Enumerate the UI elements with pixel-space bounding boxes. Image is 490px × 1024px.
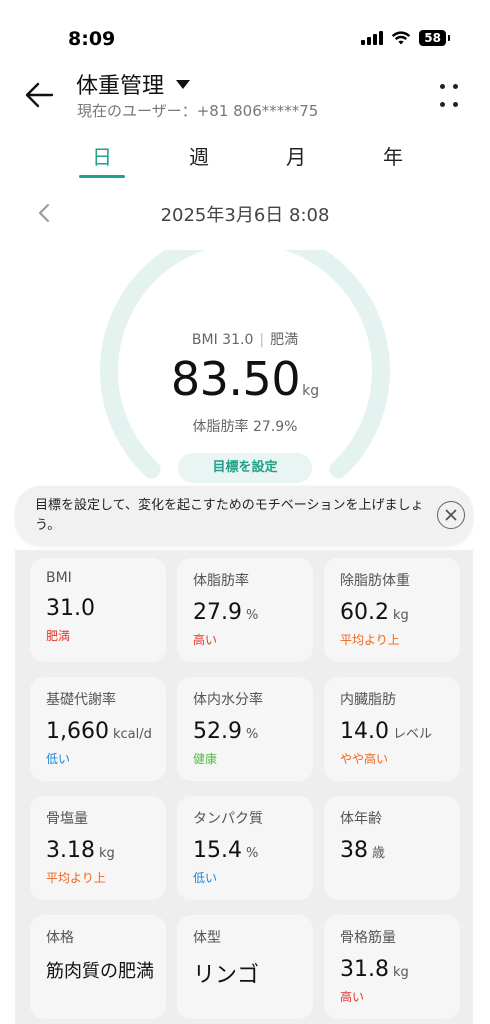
weight-gauge: BMI 31.0 | 肥満 83.50 kg 体脂肪率 27.9% 目標を設定 xyxy=(100,250,390,490)
metric-unit: 歳 xyxy=(372,846,386,861)
metrics-grid: BMI 31.0 肥満 体脂肪率 27.9% 高い 除脂肪体重 60.2 kg 平… xyxy=(30,558,460,1019)
metric-card-body-fat[interactable]: 体脂肪率 27.9% 高い xyxy=(177,558,313,662)
metric-status: 低い xyxy=(193,871,218,885)
page-title: 体重管理 xyxy=(76,74,165,99)
status-bar: 8:09 58 xyxy=(0,0,490,60)
metric-value: 1,660 xyxy=(46,719,109,744)
metric-value: 14.0 xyxy=(340,719,389,744)
period-tabs: 日 週 月 年 xyxy=(55,140,440,182)
metric-value: 52.9 xyxy=(193,719,242,744)
metric-label: BMI xyxy=(46,570,72,586)
metric-card-visceral-fat[interactable]: 内臓脂肪 14.0 レベル やや高い xyxy=(324,677,460,781)
metric-value: 3.18 xyxy=(46,838,95,863)
metric-label: 内臓脂肪 xyxy=(340,692,396,708)
user-selector[interactable]: 体重管理 xyxy=(76,68,191,100)
metric-card-body-water[interactable]: 体内水分率 52.9% 健康 xyxy=(177,677,313,781)
metric-unit: % xyxy=(245,727,259,742)
metric-card-body-shape[interactable]: 体型 リンゴ xyxy=(177,915,313,1019)
metric-label: 基礎代謝率 xyxy=(46,692,116,708)
body-fat-summary: 体脂肪率 27.9% xyxy=(192,419,298,435)
back-button[interactable] xyxy=(22,78,56,112)
weight-unit: kg xyxy=(302,383,320,399)
metric-unit: % xyxy=(245,608,259,623)
tab-year[interactable]: 年 xyxy=(346,140,440,180)
metric-status: 低い xyxy=(46,752,71,766)
tab-day[interactable]: 日 xyxy=(55,140,149,180)
metric-label: 骨塩量 xyxy=(46,811,88,827)
metric-card-bone-mass[interactable]: 骨塩量 3.18 kg 平均より上 xyxy=(30,796,166,900)
back-arrow-icon xyxy=(25,82,54,108)
metric-unit: kg xyxy=(392,965,409,980)
metric-card-bmi[interactable]: BMI 31.0 肥満 xyxy=(30,558,166,662)
bmi-summary: BMI 31.0 | 肥満 xyxy=(191,332,299,348)
metric-card-protein[interactable]: タンパク質 15.4% 低い xyxy=(177,796,313,900)
metric-value: 31.8 xyxy=(340,957,389,982)
metrics-area: BMI 31.0 肥満 体脂肪率 27.9% 高い 除脂肪体重 60.2 kg 平… xyxy=(15,550,473,1024)
metric-status: やや高い xyxy=(340,752,389,766)
metric-value: リンゴ xyxy=(193,963,260,988)
metric-label: 体格 xyxy=(46,930,74,946)
metric-card-body-age[interactable]: 体年齢 38 歳 xyxy=(324,796,460,900)
caret-down-icon xyxy=(176,79,191,89)
metric-unit: レベル xyxy=(392,727,432,742)
goal-tip-banner: 目標を設定して、変化を起こすためのモチベーションを上げましょう。 xyxy=(15,486,473,546)
bmi-status: 肥満 xyxy=(270,332,299,348)
tab-month[interactable]: 月 xyxy=(249,140,343,180)
current-user-label: 現在のユーザー：+81 806*****75 xyxy=(77,102,319,120)
status-time: 8:09 xyxy=(68,28,116,50)
status-icons: 58 xyxy=(361,30,450,46)
metric-label: 体脂肪率 xyxy=(193,573,249,589)
metric-status: 肥満 xyxy=(46,629,71,643)
cellular-signal-icon xyxy=(361,31,384,45)
metric-value: 15.4 xyxy=(193,838,242,863)
metric-unit: % xyxy=(245,846,259,861)
metric-card-lean-mass[interactable]: 除脂肪体重 60.2 kg 平均より上 xyxy=(324,558,460,662)
bmi-text: BMI 31.0 xyxy=(191,332,254,348)
weight-readout: 83.50 kg xyxy=(100,352,390,406)
metric-label: タンパク質 xyxy=(193,811,263,827)
metric-card-build[interactable]: 体格 筋肉質の肥満 xyxy=(30,915,166,1019)
metric-status: 健康 xyxy=(193,752,218,766)
close-tip-button[interactable] xyxy=(437,501,465,529)
header: 体重管理 現在のユーザー：+81 806*****75 xyxy=(0,62,490,132)
metric-label: 除脂肪体重 xyxy=(340,573,410,589)
tab-week[interactable]: 週 xyxy=(152,140,246,180)
metric-card-skeletal-muscle[interactable]: 骨格筋量 31.8 kg 高い xyxy=(324,915,460,1019)
metric-status: 高い xyxy=(193,633,218,647)
metric-unit: kcal/d xyxy=(112,727,152,742)
battery-icon: 58 xyxy=(419,30,450,46)
metric-value: 31.0 xyxy=(46,596,95,621)
measurement-date: 2025年3月6日 8:08 xyxy=(160,205,330,226)
tip-text: 目標を設定して、変化を起こすためのモチベーションを上げましょう。 xyxy=(35,498,424,533)
date-row: 2025年3月6日 8:08 xyxy=(0,196,490,230)
close-icon xyxy=(445,509,457,521)
metric-value: 38 xyxy=(340,838,368,863)
set-goal-button[interactable]: 目標を設定 xyxy=(178,453,312,483)
metric-label: 体型 xyxy=(193,930,221,946)
metric-unit: kg xyxy=(98,846,115,861)
metric-card-bmr[interactable]: 基礎代謝率 1,660 kcal/d 低い xyxy=(30,677,166,781)
metric-unit: kg xyxy=(392,608,409,623)
wifi-icon xyxy=(392,30,411,44)
metric-label: 骨格筋量 xyxy=(340,930,396,946)
metric-value: 27.9 xyxy=(193,600,242,625)
metric-label: 体内水分率 xyxy=(193,692,263,708)
metric-status: 高い xyxy=(340,990,365,1004)
metric-status: 平均より上 xyxy=(46,871,106,885)
metric-label: 体年齢 xyxy=(340,811,382,827)
metric-status: 平均より上 xyxy=(340,633,400,647)
metric-value: 筋肉質の肥満 xyxy=(46,961,154,982)
metric-value: 60.2 xyxy=(340,600,389,625)
more-options-button[interactable] xyxy=(440,84,462,108)
weight-value: 83.50 xyxy=(170,352,301,406)
